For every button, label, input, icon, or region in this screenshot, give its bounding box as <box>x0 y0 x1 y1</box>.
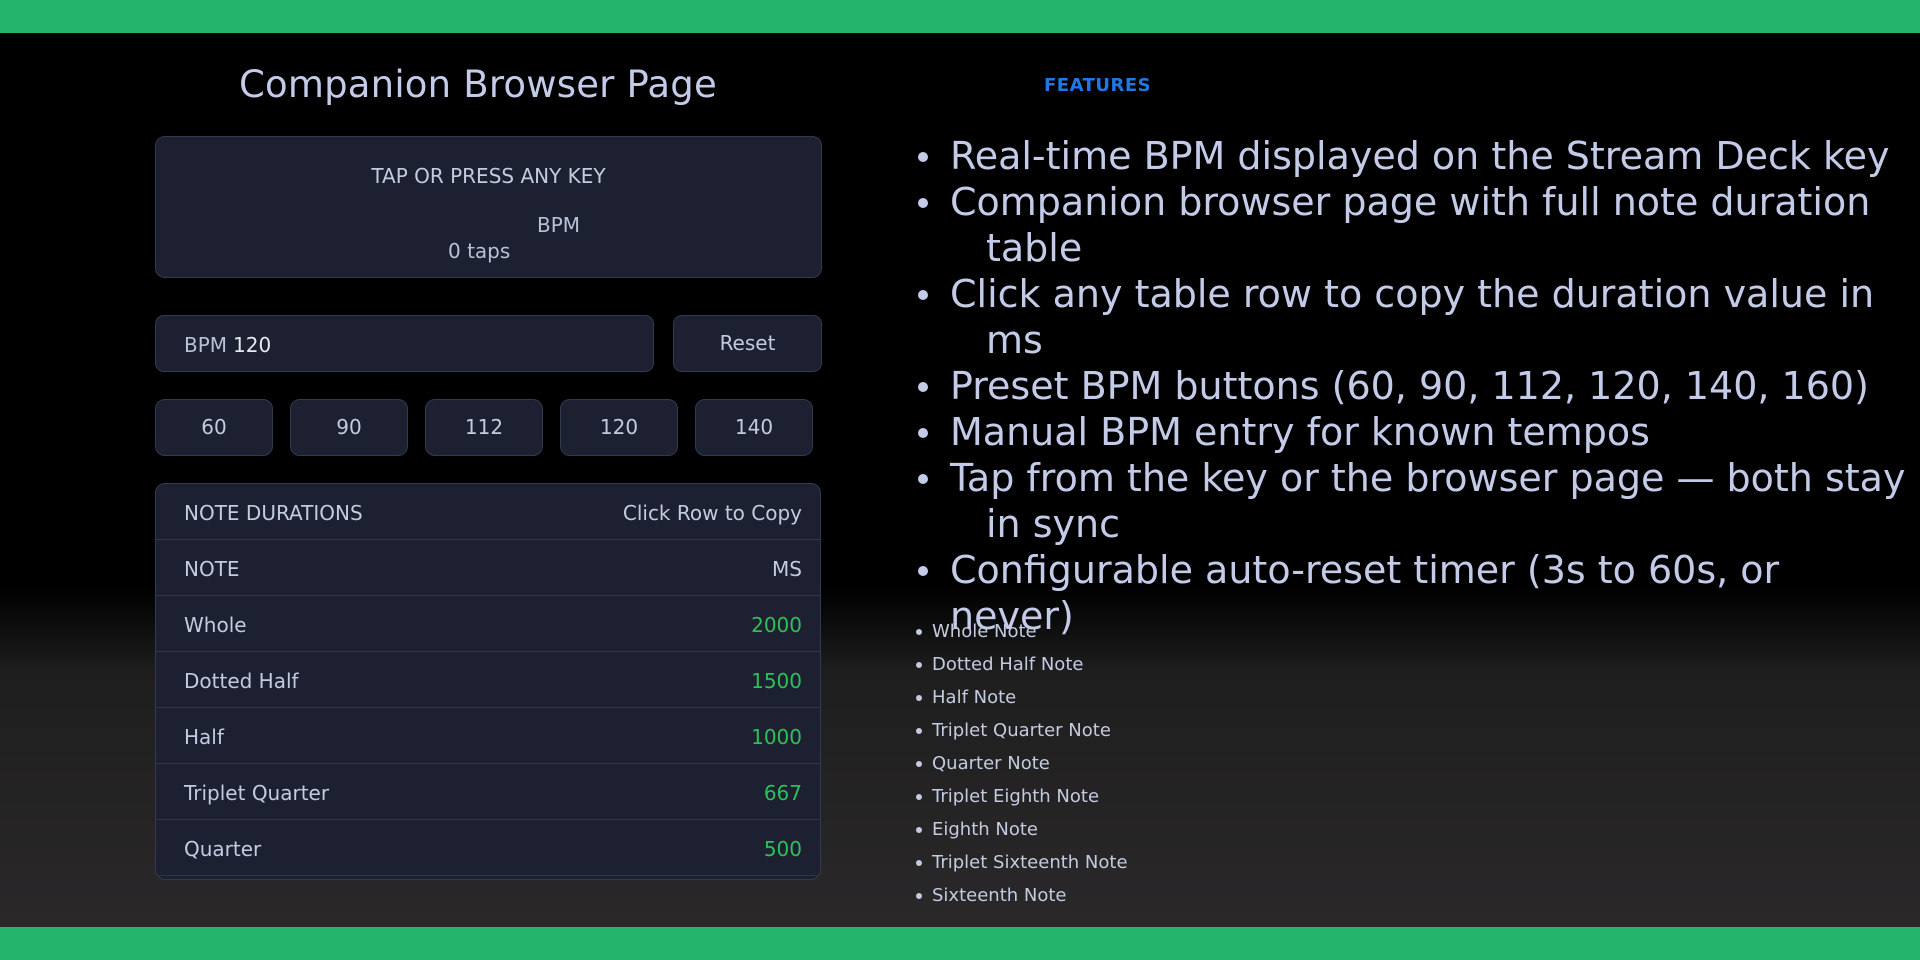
list-item: Half Note <box>910 681 1128 714</box>
preset-label: 140 <box>734 415 774 439</box>
table-header-row: NOTE MS <box>156 540 820 596</box>
list-item: Sixteenth Note <box>910 879 1128 912</box>
list-item: Whole Note <box>910 615 1128 648</box>
note-durations-table: NOTE DURATIONS Click Row to Copy NOTE MS… <box>155 483 821 880</box>
note-type: Dotted Half Note <box>932 654 1084 675</box>
list-item: Eighth Note <box>910 813 1128 846</box>
preset-label: 112 <box>464 415 504 439</box>
bullet-icon <box>918 474 928 484</box>
bullet-icon <box>916 629 922 635</box>
bpm-input-value[interactable]: 120 <box>233 333 271 357</box>
list-item: Click any table row to copy the duration… <box>910 271 1910 363</box>
list-item: Companion browser page with full note du… <box>910 179 1910 271</box>
list-item: Preset BPM buttons (60, 90, 112, 120, 14… <box>910 363 1910 409</box>
bullet-icon <box>918 198 928 208</box>
list-item: Quarter Note <box>910 747 1128 780</box>
feature-text-continued: ms <box>986 318 1043 362</box>
preset-112-button[interactable]: 112 <box>425 399 543 456</box>
preset-60-button[interactable]: 60 <box>155 399 273 456</box>
table-row[interactable]: Dotted Half 1500 <box>156 652 820 708</box>
page-title: Companion Browser Page <box>239 63 717 106</box>
bpm-input-label: BPM <box>184 333 228 357</box>
note-name: Quarter <box>184 837 262 861</box>
preset-90-button[interactable]: 90 <box>290 399 408 456</box>
bullet-icon <box>918 290 928 300</box>
feature-text: Companion browser page with full note du… <box>950 180 1871 224</box>
note-type: Half Note <box>932 687 1017 708</box>
note-ms: 667 <box>763 781 802 805</box>
list-item: Tap from the key or the browser page — b… <box>910 455 1910 547</box>
table-title-row: NOTE DURATIONS Click Row to Copy <box>156 484 820 540</box>
column-header-ms: MS <box>772 557 802 581</box>
feature-text-continued: in sync <box>986 502 1120 546</box>
feature-text: Tap from the key or the browser page — b… <box>950 456 1906 500</box>
bullet-icon <box>916 893 922 899</box>
slide-canvas: Companion Browser Page TAP OR PRESS ANY … <box>0 33 1920 927</box>
note-ms: 1000 <box>751 725 802 749</box>
bullet-icon <box>916 662 922 668</box>
features-heading: FEATURES <box>1044 75 1152 96</box>
note-type: Triplet Sixteenth Note <box>932 852 1128 873</box>
table-hint: Click Row to Copy <box>622 501 802 525</box>
note-ms: 1500 <box>751 669 802 693</box>
list-item: Triplet Quarter Note <box>910 714 1128 747</box>
column-header-note: NOTE <box>184 557 240 581</box>
list-item: Real-time BPM displayed on the Stream De… <box>910 133 1910 179</box>
feature-text: Manual BPM entry for known tempos <box>950 410 1650 454</box>
preset-120-button[interactable]: 120 <box>560 399 678 456</box>
list-item: Triplet Sixteenth Note <box>910 846 1128 879</box>
list-item: Dotted Half Note <box>910 648 1128 681</box>
tap-instruction: TAP OR PRESS ANY KEY <box>371 164 606 188</box>
feature-text-continued: table <box>986 226 1083 270</box>
feature-list: Real-time BPM displayed on the Stream De… <box>910 133 1910 639</box>
note-type: Sixteenth Note <box>932 885 1067 906</box>
preset-140-button[interactable]: 140 <box>695 399 813 456</box>
bullet-icon <box>918 566 928 576</box>
bpm-input[interactable]: BPM 120 <box>155 315 654 372</box>
feature-text: Real-time BPM displayed on the Stream De… <box>950 134 1890 178</box>
reset-button-label: Reset <box>719 331 776 355</box>
note-type: Triplet Quarter Note <box>932 720 1111 741</box>
note-name: Whole <box>184 613 247 637</box>
note-name: Half <box>184 725 224 749</box>
feature-text: Click any table row to copy the duration… <box>950 272 1875 316</box>
bullet-icon <box>916 761 922 767</box>
bullet-icon <box>916 794 922 800</box>
note-type: Triplet Eighth Note <box>932 786 1100 807</box>
bullet-icon <box>916 695 922 701</box>
note-name: Triplet Quarter <box>184 781 330 805</box>
note-type-list: Whole Note Dotted Half Note Half Note Tr… <box>910 615 1128 912</box>
preset-label: 90 <box>336 415 362 439</box>
tap-area[interactable]: TAP OR PRESS ANY KEY BPM 0 taps <box>155 136 822 278</box>
bullet-icon <box>916 728 922 734</box>
table-row[interactable]: Triplet Quarter 667 <box>156 764 820 820</box>
note-type: Whole Note <box>932 621 1037 642</box>
list-item: Manual BPM entry for known tempos <box>910 409 1910 455</box>
bullet-icon <box>916 827 922 833</box>
table-row[interactable]: Whole 2000 <box>156 596 820 652</box>
list-item: Triplet Eighth Note <box>910 780 1128 813</box>
bullet-icon <box>916 860 922 866</box>
table-title: NOTE DURATIONS <box>184 501 363 525</box>
note-ms: 500 <box>763 837 802 861</box>
note-type: Eighth Note <box>932 819 1039 840</box>
bullet-icon <box>918 152 928 162</box>
tap-count: 0 taps <box>448 239 511 263</box>
note-ms: 2000 <box>751 613 802 637</box>
table-row[interactable]: Quarter 500 <box>156 820 820 876</box>
table-row[interactable]: Half 1000 <box>156 708 820 764</box>
note-type: Quarter Note <box>932 753 1050 774</box>
bullet-icon <box>918 382 928 392</box>
feature-text: Preset BPM buttons (60, 90, 112, 120, 14… <box>950 364 1869 408</box>
bullet-icon <box>918 428 928 438</box>
tap-bpm-label: BPM <box>537 213 581 237</box>
note-name: Dotted Half <box>184 669 299 693</box>
reset-button[interactable]: Reset <box>673 315 822 372</box>
preset-label: 120 <box>599 415 639 439</box>
preset-label: 60 <box>201 415 227 439</box>
